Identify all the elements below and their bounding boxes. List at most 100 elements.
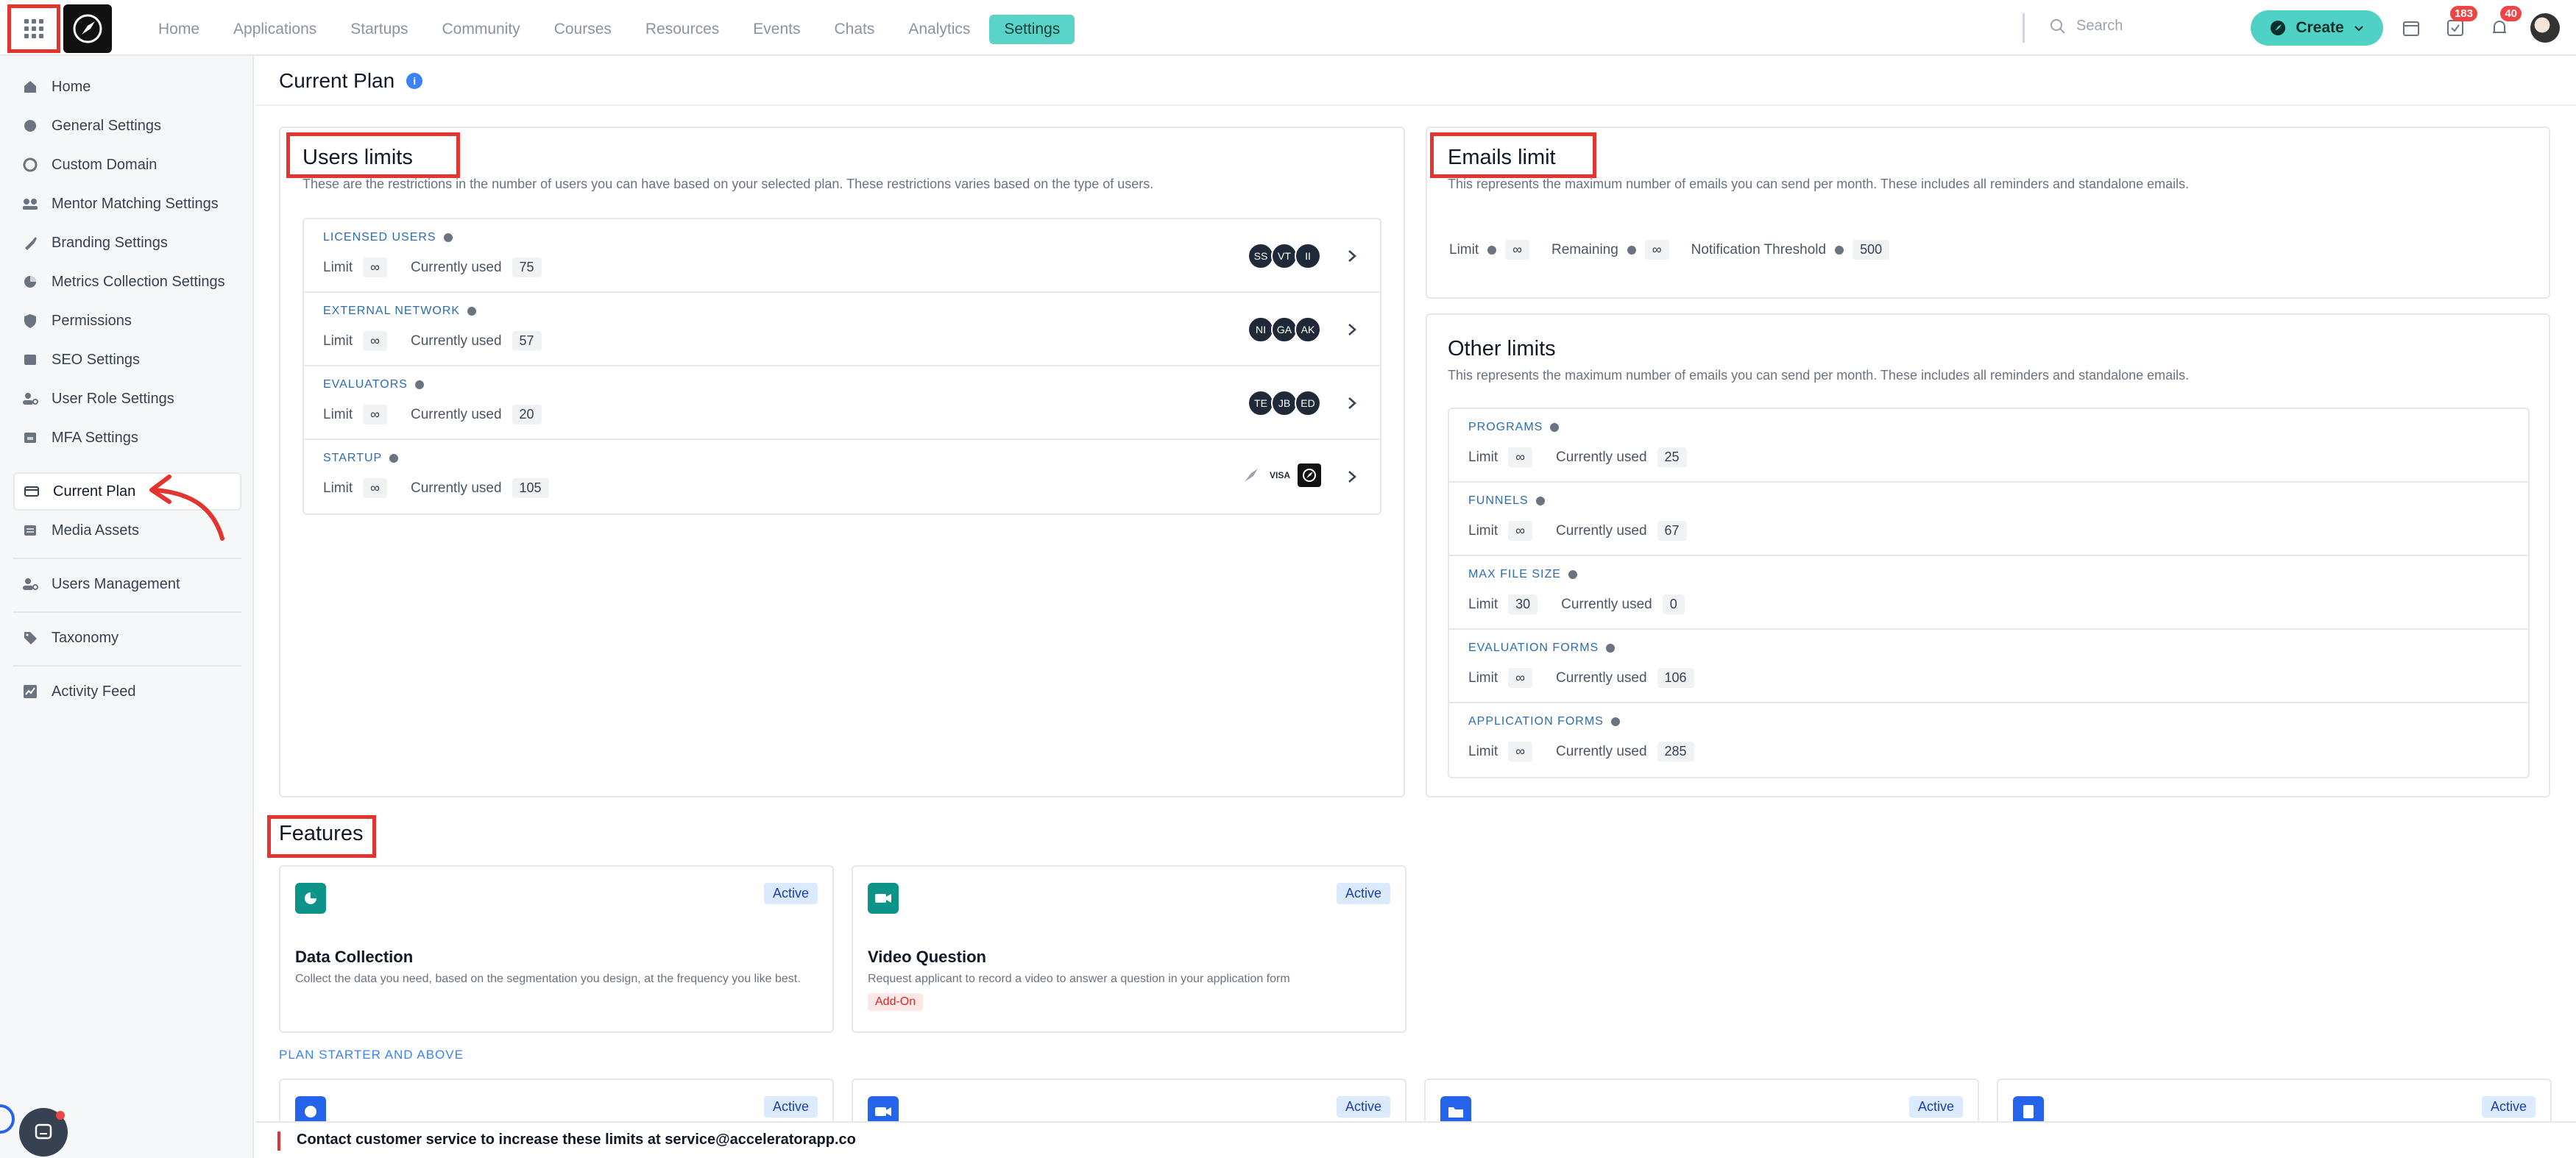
notifications-button[interactable]: 40 [2488, 6, 2522, 40]
notifications-badge: 40 [2500, 6, 2522, 21]
nav-applications[interactable]: Applications [219, 15, 331, 44]
feature-card-video-question[interactable]: Active Video Question Request applicant … [852, 865, 1406, 1033]
main-content: Current Plan i Users limits These are th… [255, 56, 2576, 1158]
sidebar-item-general-settings[interactable]: General Settings [13, 107, 241, 145]
apps-menu-button[interactable] [7, 4, 60, 53]
chevron-right-icon[interactable] [1346, 396, 1358, 411]
limit-row-startup[interactable]: STARTUP Limit ∞ Currently used 105 VISA [304, 440, 1380, 514]
info-icon[interactable] [414, 380, 424, 389]
sidebar-item-activity-feed[interactable]: Activity Feed [13, 672, 241, 711]
nav-courses[interactable]: Courses [539, 15, 626, 44]
limit-row-funnels[interactable]: FUNNELS Limit ∞ Currently used 67 [1449, 483, 2528, 556]
limit-values: Limit 30 Currently used 0 [1468, 594, 1685, 614]
used-value: 25 [1657, 447, 1687, 467]
globe-icon [21, 116, 40, 135]
info-icon[interactable] [1610, 717, 1620, 726]
app-logo[interactable] [63, 4, 112, 53]
rocket-logo-icon [1244, 469, 1258, 482]
sidebar-item-permissions[interactable]: Permissions [13, 302, 241, 340]
info-icon[interactable] [1835, 245, 1844, 255]
info-icon[interactable] [1627, 245, 1636, 255]
nav-community[interactable]: Community [427, 15, 534, 44]
nav-events[interactable]: Events [738, 15, 815, 44]
other-limits-description: This represents the maximum number of em… [1448, 368, 2190, 383]
chevron-right-icon[interactable] [1346, 249, 1358, 263]
limit-row-external-network[interactable]: EXTERNAL NETWORK Limit ∞ Currently used 57… [304, 293, 1380, 366]
info-icon[interactable] [443, 233, 453, 242]
user-avatar[interactable] [2530, 13, 2560, 43]
sidebar-item-home[interactable]: Home [13, 68, 241, 106]
other-limits-title: Other limits [1448, 337, 1556, 360]
avatar: TE [1248, 390, 1274, 416]
email-limit-values: Limit ∞ Remaining ∞ Notification Threshold… [1449, 240, 1890, 260]
sidebar-item-label: Home [52, 78, 91, 95]
mfa-icon [21, 428, 40, 447]
status-badge: Active [1908, 1096, 1963, 1118]
sidebar-item-label: User Role Settings [52, 390, 174, 407]
credit-card-icon [22, 482, 41, 501]
avatar-group: TE JB ED [1248, 390, 1321, 416]
chevron-down-icon [2354, 26, 2363, 32]
chevron-right-icon[interactable] [1346, 469, 1358, 484]
threshold-label: Notification Threshold [1691, 241, 1827, 257]
activity-icon [21, 682, 40, 701]
info-icon[interactable] [1535, 497, 1545, 505]
info-icon[interactable] [467, 307, 477, 316]
support-chat-button[interactable] [19, 1108, 68, 1157]
sidebar-item-label: SEO Settings [52, 351, 141, 368]
sidebar-item-user-role[interactable]: User Role Settings [13, 380, 241, 418]
limit-values: Limit ∞ Currently used 105 [323, 478, 549, 498]
calendar-button[interactable] [2399, 16, 2423, 40]
used-value: 285 [1657, 742, 1694, 761]
feature-card-data-collection[interactable]: Active Data Collection Collect the data … [279, 865, 834, 1033]
chevron-right-icon[interactable] [1346, 322, 1358, 337]
other-limits-panel: Other limits This represents the maximum… [1426, 313, 2550, 798]
limit-name: STARTUP [323, 452, 399, 465]
limit-row-max-file-size[interactable]: MAX FILE SIZE Limit 30 Currently used 0 [1449, 556, 2528, 630]
nav-analytics[interactable]: Analytics [894, 15, 985, 44]
nav-startups[interactable]: Startups [336, 15, 422, 44]
info-icon[interactable] [1550, 423, 1560, 432]
sidebar-item-mfa[interactable]: MFA Settings [13, 419, 241, 457]
sidebar-item-taxonomy[interactable]: Taxonomy [13, 619, 241, 657]
sidebar-item-custom-domain[interactable]: Custom Domain [13, 146, 241, 184]
info-icon[interactable] [1568, 570, 1577, 579]
tasks-button[interactable]: 183 [2444, 6, 2477, 40]
nav-home[interactable]: Home [144, 15, 214, 44]
limit-row-evaluators[interactable]: EVALUATORS Limit ∞ Currently used 20 TE JB… [304, 366, 1380, 440]
grid-icon [24, 19, 43, 38]
sidebar-item-label: Permissions [52, 312, 132, 329]
nav-settings[interactable]: Settings [989, 15, 1075, 44]
sidebar-item-seo[interactable]: SEO Settings [13, 341, 241, 379]
remaining-label: Remaining [1551, 241, 1618, 257]
limit-row-programs[interactable]: PROGRAMS Limit ∞ Currently used 25 [1449, 409, 2528, 483]
sidebar-item-branding[interactable]: Branding Settings [13, 224, 241, 262]
limit-name: EXTERNAL NETWORK [323, 305, 477, 318]
sidebar-item-users-management[interactable]: Users Management [13, 565, 241, 603]
emails-limit-panel: Emails limit This represents the maximum… [1426, 127, 2550, 299]
emails-limit-description: This represents the maximum number of em… [1448, 177, 2190, 191]
info-icon[interactable]: i [406, 73, 423, 89]
nav-chats[interactable]: Chats [819, 15, 889, 44]
limit-name: EVALUATION FORMS [1468, 642, 1616, 655]
limit-row-licensed-users[interactable]: LICENSED USERS Limit ∞ Currently used 75 S… [304, 219, 1380, 293]
media-icon [21, 521, 40, 540]
create-button[interactable]: Create [2251, 10, 2383, 46]
info-icon[interactable] [389, 454, 399, 463]
sidebar-item-mentor-matching[interactable]: Mentor Matching Settings [13, 185, 241, 223]
limit-row-evaluation-forms[interactable]: EVALUATION FORMS Limit ∞ Currently used 10… [1449, 630, 2528, 703]
limit-row-application-forms[interactable]: APPLICATION FORMS Limit ∞ Currently used 2… [1449, 703, 2528, 777]
used-value: 106 [1657, 668, 1694, 688]
tag-icon [21, 628, 40, 647]
sidebar-item-metrics-collection[interactable]: Metrics Collection Settings [13, 263, 241, 301]
page-title: Current Plan i [279, 69, 423, 93]
video-camera-icon [868, 883, 899, 914]
info-icon[interactable] [1606, 644, 1616, 653]
rocket-logo-icon [1303, 469, 1316, 482]
avatar: NI [1248, 316, 1274, 343]
info-icon[interactable] [1487, 245, 1497, 255]
search-box[interactable]: Search [2050, 18, 2123, 35]
nav-resources[interactable]: Resources [631, 15, 734, 44]
status-badge: Active [763, 883, 818, 904]
search-placeholder: Search [2076, 18, 2123, 34]
